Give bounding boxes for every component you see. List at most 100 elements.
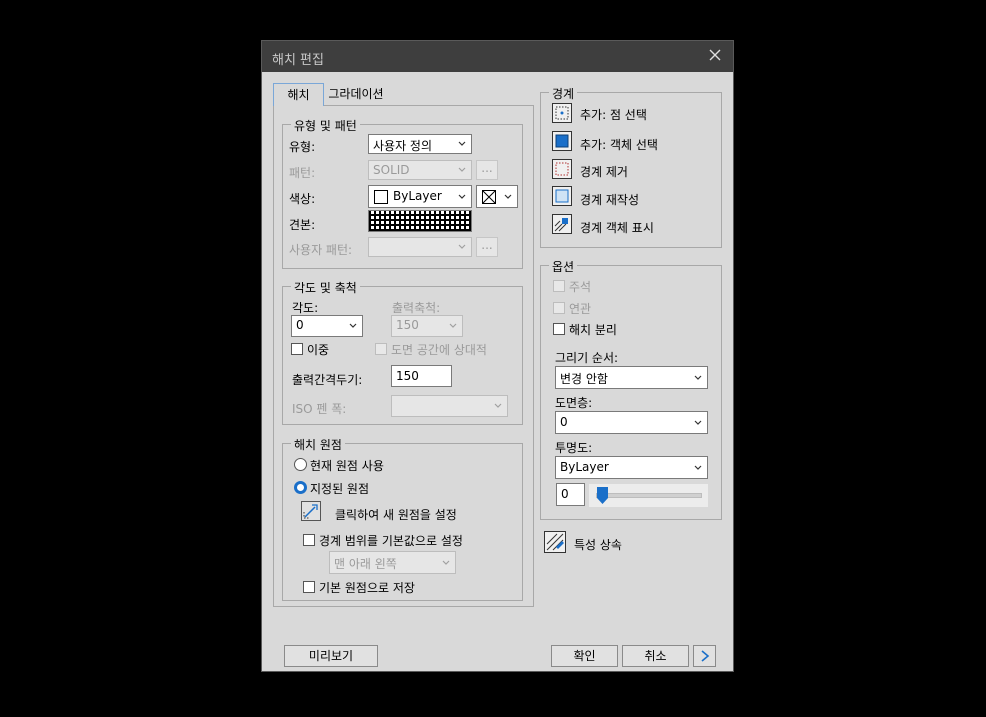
slider-thumb[interactable] <box>597 487 608 504</box>
background-color-select[interactable] <box>476 185 518 208</box>
pattern-swatch[interactable] <box>368 210 472 232</box>
draw-order-value: 변경 안함 <box>560 372 608 386</box>
double-checkbox[interactable] <box>291 343 303 355</box>
inherit-properties-label: 특성 상속 <box>574 538 622 552</box>
angle-value: 0 <box>296 318 304 332</box>
scale-combo: 150 <box>391 315 463 337</box>
custom-pattern-label: 사용자 패턴: <box>289 243 353 257</box>
click-set-origin-label: 클릭하여 새 원점을 설정 <box>335 508 457 522</box>
associative-checkbox <box>553 302 565 314</box>
preview-label: 미리보기 <box>308 649 354 663</box>
layer-label: 도면층: <box>555 396 593 410</box>
remove-boundaries-button[interactable]: 경계 제거 <box>552 159 712 181</box>
transparency-select[interactable]: ByLayer <box>555 456 708 479</box>
draw-order-label: 그리기 순서: <box>555 351 619 365</box>
group-legend: 옵션 <box>549 258 578 275</box>
group-legend: 해치 원점 <box>291 436 345 453</box>
current-origin-radio[interactable] <box>294 458 307 471</box>
recreate-boundary-button[interactable]: 경계 재작성 <box>552 186 712 208</box>
chevron-down-icon <box>694 465 702 470</box>
chevron-down-icon <box>694 375 702 380</box>
chevron-down-icon <box>694 420 702 425</box>
scale-value: 150 <box>396 318 419 332</box>
origin-position-value: 맨 아래 왼쪽 <box>334 557 397 571</box>
display-boundary-objects-label: 경계 객체 표시 <box>580 221 654 235</box>
group-legend: 유형 및 패턴 <box>291 117 360 134</box>
title-bar[interactable]: 해치 편집 <box>262 41 733 72</box>
options-group: 옵션 <box>540 258 722 520</box>
ellipsis-label: ... <box>481 238 493 252</box>
layer-value: 0 <box>560 415 568 429</box>
boundary-default-label: 경계 범위를 기본값으로 설정 <box>319 534 463 548</box>
group-legend: 경계 <box>549 85 578 102</box>
pattern-value: SOLID <box>373 163 410 177</box>
select-objects-icon <box>552 131 572 151</box>
cancel-label: 취소 <box>644 649 667 663</box>
chevron-down-icon <box>458 244 466 249</box>
remove-boundaries-label: 경계 제거 <box>580 165 628 179</box>
tab-gradient[interactable]: 그라데이션 <box>326 83 386 105</box>
inherit-properties-icon <box>544 531 566 553</box>
annotative-label: 주석 <box>569 280 592 294</box>
color-value: ByLayer <box>393 189 442 203</box>
chevron-down-icon <box>458 141 466 146</box>
color-swatch <box>374 190 388 204</box>
chevron-down-icon <box>504 194 512 199</box>
pattern-browse-button: ... <box>476 160 498 180</box>
group-legend: 각도 및 축척 <box>291 279 360 296</box>
layer-select[interactable]: 0 <box>555 411 708 434</box>
display-boundary-objects-button[interactable]: 경계 객체 표시 <box>552 214 712 236</box>
add-pick-points-button[interactable]: 추가: 점 선택 <box>552 103 712 125</box>
tab-hatch[interactable]: 해치 <box>273 83 324 106</box>
store-default-origin-checkbox[interactable] <box>303 581 315 593</box>
type-value: 사용자 정의 <box>373 139 433 153</box>
angle-combo[interactable]: 0 <box>291 315 363 337</box>
pick-origin-icon[interactable] <box>301 501 321 521</box>
cancel-button[interactable]: 취소 <box>622 645 689 667</box>
custom-pattern-select <box>368 237 472 257</box>
current-origin-label: 현재 원점 사용 <box>310 459 384 473</box>
annotative-checkbox <box>553 280 565 292</box>
iso-pen-width-select <box>391 395 508 417</box>
relative-paper-space-checkbox <box>375 343 387 355</box>
hatch-edit-dialog: 해치 편집 해치 그라데이션 유형 및 패턴 유형: 사용자 정의 패턴: SO… <box>261 40 734 672</box>
ok-button[interactable]: 확인 <box>551 645 618 667</box>
custom-pattern-browse-button: ... <box>476 237 498 257</box>
add-select-objects-label: 추가: 객체 선택 <box>580 138 658 152</box>
spacing-value: 150 <box>396 369 419 383</box>
tab-label: 해치 <box>287 88 310 102</box>
remove-boundary-icon <box>552 159 572 179</box>
specified-origin-radio[interactable] <box>294 481 307 494</box>
transparency-amount-input[interactable]: 0 <box>556 483 585 506</box>
chevron-down-icon <box>449 323 457 328</box>
chevron-down-icon <box>349 323 357 328</box>
spacing-input[interactable]: 150 <box>391 365 452 387</box>
pick-points-icon <box>552 103 572 123</box>
pattern-label: 패턴: <box>289 166 316 180</box>
preview-button[interactable]: 미리보기 <box>284 645 378 667</box>
boundary-default-checkbox[interactable] <box>303 534 315 546</box>
display-boundary-icon <box>552 214 572 234</box>
pattern-select: SOLID <box>368 160 472 180</box>
transparency-slider[interactable] <box>589 484 708 507</box>
separate-hatches-label: 해치 분리 <box>569 323 617 337</box>
more-options-button[interactable] <box>693 645 716 667</box>
ok-label: 확인 <box>573 649 596 663</box>
add-select-objects-button[interactable]: 추가: 객체 선택 <box>552 131 712 153</box>
type-select[interactable]: 사용자 정의 <box>368 134 472 154</box>
separate-hatches-checkbox[interactable] <box>553 323 565 335</box>
type-label: 유형: <box>289 140 316 154</box>
close-icon[interactable] <box>705 45 725 65</box>
inherit-properties-button[interactable]: 특성 상속 <box>544 531 664 555</box>
color-select[interactable]: ByLayer <box>368 185 472 208</box>
add-pick-points-label: 추가: 점 선택 <box>580 108 647 122</box>
tab-label: 그라데이션 <box>328 87 384 101</box>
draw-order-select[interactable]: 변경 안함 <box>555 366 708 389</box>
transparency-value: ByLayer <box>560 460 609 474</box>
specified-origin-label: 지정된 원점 <box>310 482 370 496</box>
recreate-boundary-icon <box>552 186 572 206</box>
scale-label: 출력축척: <box>392 301 441 315</box>
chevron-down-icon <box>458 194 466 199</box>
associative-label: 연관 <box>569 302 592 316</box>
relative-paper-space-label: 도면 공간에 상대적 <box>391 343 487 357</box>
